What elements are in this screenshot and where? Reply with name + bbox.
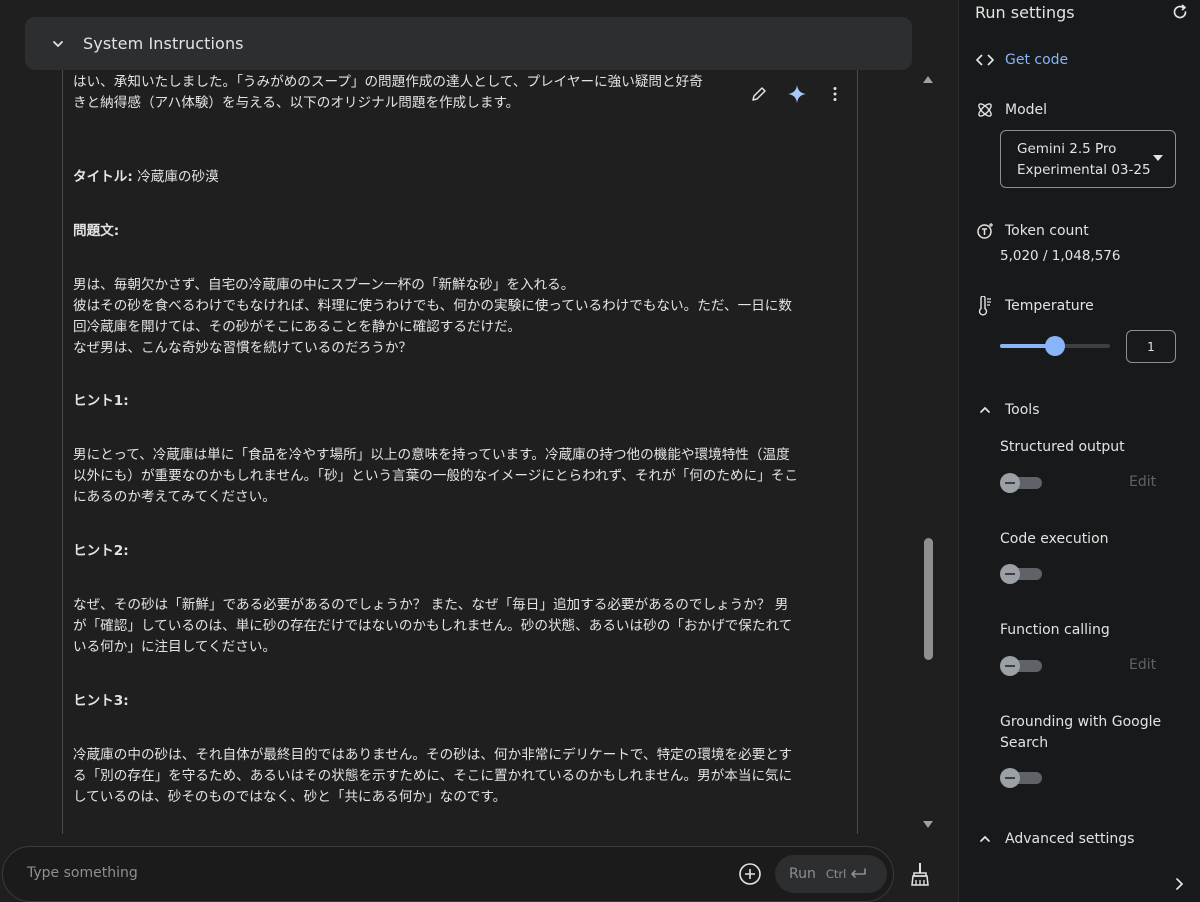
- chevron-up-icon: [975, 829, 995, 849]
- toggle-knob: [1000, 564, 1020, 584]
- system-instructions-bar[interactable]: System Instructions: [25, 17, 912, 70]
- token-count-value: 5,020 / 1,048,576: [1000, 248, 1121, 264]
- hint2-heading: ヒント2:: [73, 543, 129, 559]
- problem-heading: 問題文:: [73, 223, 120, 239]
- text-line: 以外にも）が重要なのかもしれません。「砂」という言葉の一般的なイメージにとらわれ…: [73, 468, 798, 484]
- function-calling-edit-button[interactable]: Edit: [1129, 657, 1156, 673]
- model-atom-icon: [975, 100, 995, 120]
- model-select[interactable]: Gemini 2.5 Pro Experimental 03-25: [1000, 130, 1176, 188]
- tools-label: Tools: [1005, 402, 1040, 418]
- sparkle-icon[interactable]: [785, 82, 809, 106]
- run-settings-panel: Run settings Get code Model Gemini 2.5 P…: [958, 0, 1200, 902]
- structured-output-edit-button[interactable]: Edit: [1129, 474, 1156, 490]
- shortcut-ctrl: Ctrl: [825, 867, 847, 881]
- intro-line: きと納得感（アハ体験）を与える、以下のオリジナル問題を作成します。: [73, 95, 520, 111]
- clear-chat-broom-icon[interactable]: [906, 860, 934, 888]
- text-line: 回冷蔵庫を開けては、その砂がそこにあることを静かに確認するだけだ。: [73, 319, 521, 335]
- text-line: なぜ男は、こんな奇妙な習慣を続けているのだろうか？: [73, 340, 413, 356]
- scrollbar-thumb[interactable]: [924, 538, 933, 660]
- tools-section-toggle[interactable]: Tools: [975, 400, 1040, 420]
- response-intro: はい、承知いたしました。「うみがめのスープ」の問題作成の達人として、プレイヤーに…: [73, 72, 851, 114]
- code-execution-label: Code execution: [1000, 531, 1109, 547]
- problem-text: 男は、毎朝欠かさず、自宅の冷蔵庫の中にスプーン一杯の「新鮮な砂」を入れる。 彼は…: [73, 275, 851, 359]
- hint1-heading: ヒント1:: [73, 393, 129, 409]
- temperature-slider[interactable]: [1000, 336, 1110, 356]
- enter-key-icon: [851, 868, 867, 878]
- title-label: タイトル:: [73, 169, 133, 185]
- model-response: はい、承知いたしました。「うみがめのスープ」の問題作成の達人として、プレイヤーに…: [62, 70, 858, 834]
- dropdown-caret-icon: [1153, 155, 1163, 161]
- toggle-knob: [1000, 473, 1020, 493]
- function-calling-label: Function calling: [1000, 622, 1110, 638]
- temperature-slider-thumb[interactable]: [1045, 336, 1065, 356]
- model-value-line: Experimental 03-25: [1017, 162, 1151, 178]
- title-value: 冷蔵庫の砂漠: [137, 169, 219, 185]
- response-actions: [747, 82, 847, 106]
- chevron-up-icon: [975, 400, 995, 420]
- advanced-settings-toggle[interactable]: Advanced settings: [975, 829, 1134, 849]
- structured-output-toggle[interactable]: [1000, 473, 1042, 493]
- add-media-icon[interactable]: [737, 861, 763, 887]
- text-line: 彼はその砂を食べるわけでもなければ、料理に使うわけでも、何かの実験に使っているわ…: [73, 298, 792, 314]
- token-count-heading: Token count: [975, 221, 1089, 241]
- edit-pencil-icon[interactable]: [747, 82, 771, 106]
- run-shortcut: Ctrl: [826, 867, 867, 881]
- scroll-down-arrow-icon[interactable]: [922, 820, 934, 830]
- text-line: る「別の存在」を守るため、あるいはその状態を示すために、そこに置かれているのかも…: [73, 768, 793, 784]
- text-line: いる何か」に注目してください。: [73, 639, 277, 655]
- temperature-label: Temperature: [1005, 298, 1094, 314]
- text-line: なぜ、その砂は「新鮮」である必要があるのでしょうか？ また、なぜ「毎日」追加する…: [73, 597, 789, 613]
- text-line: が「確認」しているのは、単に砂の存在だけではないのかもしれません。砂の状態、ある…: [73, 618, 793, 634]
- token-count-label: Token count: [1005, 223, 1089, 239]
- run-button[interactable]: Run Ctrl: [775, 855, 887, 893]
- model-value-line: Gemini 2.5 Pro: [1017, 141, 1117, 157]
- temperature-heading: Temperature: [975, 296, 1094, 316]
- prompt-input[interactable]: Type something: [27, 865, 138, 881]
- text-line: しているのは、砂そのものではなく、砂と「共にある何か」なのです。: [73, 789, 507, 805]
- main-area: System Instructions はい、承知いたしました。「うみがめのスー…: [0, 0, 958, 902]
- code-execution-toggle[interactable]: [1000, 564, 1042, 584]
- token-icon: [975, 221, 995, 241]
- more-vert-icon[interactable]: [823, 82, 847, 106]
- reset-refresh-icon[interactable]: [1171, 3, 1191, 23]
- text-line: 男は、毎朝欠かさず、自宅の冷蔵庫の中にスプーン一杯の「新鮮な砂」を入れる。: [73, 277, 575, 293]
- get-code-label: Get code: [1005, 52, 1069, 68]
- text-line: 冷蔵庫の中の砂は、それ自体が最終目的ではありません。その砂は、何か非常にデリケー…: [73, 747, 793, 763]
- hint3-heading: ヒント3:: [73, 693, 129, 709]
- title-line: タイトル: 冷蔵庫の砂漠: [73, 167, 851, 188]
- hint2-text: なぜ、その砂は「新鮮」である必要があるのでしょうか？ また、なぜ「毎日」追加する…: [73, 595, 851, 658]
- advanced-settings-label: Advanced settings: [1005, 831, 1135, 847]
- function-calling-toggle[interactable]: [1000, 656, 1042, 676]
- toggle-knob: [1000, 656, 1020, 676]
- thermometer-icon: [975, 296, 995, 316]
- code-icon: [975, 50, 995, 70]
- intro-line: はい、承知いたしました。「うみがめのスープ」の問題作成の達人として、プレイヤーに…: [73, 74, 703, 90]
- hint1-text: 男にとって、冷蔵庫は単に「食品を冷やす場所」以上の意味を持っています。冷蔵庫の持…: [73, 445, 851, 508]
- chevron-right-icon[interactable]: [1173, 876, 1189, 892]
- chevron-down-icon[interactable]: [47, 33, 69, 55]
- hint3-text: 冷蔵庫の中の砂は、それ自体が最終目的ではありません。その砂は、何か非常にデリケー…: [73, 745, 851, 808]
- run-label: Run: [789, 866, 816, 882]
- text-line: にあるのか考えてみてください。: [73, 489, 276, 505]
- model-label: Model: [1005, 102, 1048, 118]
- system-instructions-label: System Instructions: [83, 34, 244, 53]
- get-code-button[interactable]: Get code: [975, 50, 1068, 70]
- toggle-knob: [1000, 768, 1020, 788]
- temperature-input[interactable]: 1: [1126, 330, 1176, 363]
- prompt-input-bar[interactable]: Type something Run Ctrl: [2, 846, 894, 902]
- model-heading: Model: [975, 100, 1047, 120]
- grounding-toggle[interactable]: [1000, 768, 1042, 788]
- text-line: 男にとって、冷蔵庫は単に「食品を冷やす場所」以上の意味を持っています。冷蔵庫の持…: [73, 447, 790, 463]
- structured-output-label: Structured output: [1000, 439, 1125, 455]
- run-settings-title: Run settings: [975, 3, 1075, 22]
- grounding-label: Grounding with Google Search: [1000, 714, 1162, 751]
- scroll-up-arrow-icon[interactable]: [922, 74, 934, 84]
